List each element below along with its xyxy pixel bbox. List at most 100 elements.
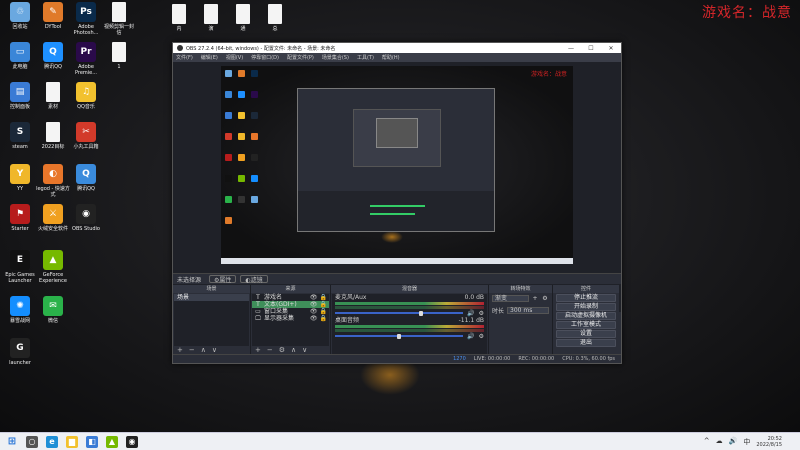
source-item[interactable]: 🖵 显示器采集 👁 🔒: [252, 315, 329, 322]
lock-icon[interactable]: 🔒: [320, 315, 327, 322]
source-settings-button[interactable]: ⚙: [279, 347, 285, 354]
desktop-icon[interactable]: ▭ 此电脑: [3, 42, 37, 70]
desktop-icon[interactable]: Ps Adobe Photosh...: [69, 2, 103, 36]
desktop-icon[interactable]: 1: [102, 42, 136, 70]
move-down-button[interactable]: ∨: [212, 347, 217, 354]
remove-source-button[interactable]: −: [267, 347, 273, 354]
speaker-icon[interactable]: 🔊: [467, 333, 474, 340]
obs-icon[interactable]: ◉: [126, 435, 138, 448]
clock[interactable]: 20:52 2022/8/15: [756, 436, 782, 448]
menu-item[interactable]: 编辑(E): [201, 54, 218, 61]
start-button[interactable]: ⊞: [6, 436, 18, 448]
channel-settings-icon[interactable]: ⚙: [479, 310, 484, 317]
desktop-icon[interactable]: ▲ GeForce Experience: [36, 250, 70, 284]
eye-icon[interactable]: 👁: [310, 301, 318, 308]
eye-icon[interactable]: 👁: [310, 308, 318, 315]
desktop-icon[interactable]: ♫ QQ音乐: [69, 82, 103, 110]
channel-settings-icon[interactable]: ⚙: [479, 333, 484, 340]
menu-item[interactable]: 工具(T): [357, 54, 374, 61]
desktop-icon[interactable]: ◉ OBS Studio: [69, 204, 103, 232]
studio-mode-button[interactable]: 工作室模式: [556, 321, 616, 329]
source-item[interactable]: T 游戏名 👁 🔒: [252, 294, 329, 301]
menu-item[interactable]: 停靠窗口(D): [251, 54, 279, 61]
desktop-icon[interactable]: E Epic Games Launcher: [3, 250, 37, 284]
menu-item[interactable]: 视图(V): [226, 54, 243, 61]
speaker-icon[interactable]: 🔊: [467, 310, 474, 317]
desktop-icon[interactable]: Ssteam: [3, 122, 37, 150]
desktop-file[interactable]: 演: [194, 4, 228, 32]
desktop-icon[interactable]: ✂ 小丸工具箱: [69, 122, 103, 150]
filters-button[interactable]: ◐滤镜: [240, 275, 268, 284]
fader-track[interactable]: [335, 312, 464, 314]
eye-icon[interactable]: 👁: [310, 294, 318, 301]
add-source-button[interactable]: +: [255, 347, 261, 354]
obs-titlebar[interactable]: OBS 27.2.4 (64-bit, windows) - 配置文件: 未命名…: [173, 43, 621, 53]
ime-indicator[interactable]: 中: [743, 437, 750, 447]
lock-icon[interactable]: 🔒: [320, 308, 327, 315]
lock-icon[interactable]: 🔒: [320, 294, 327, 301]
onedrive-icon[interactable]: ☁: [716, 437, 723, 447]
desktop-icon[interactable]: Q 腾讯QQ: [36, 42, 70, 70]
geforce-icon[interactable]: ▲: [106, 435, 118, 448]
menu-item[interactable]: 配置文件(P): [287, 54, 314, 61]
exit-button[interactable]: 退出: [556, 339, 616, 347]
desktop-icon[interactable]: ▤ 控制面板: [3, 82, 37, 110]
duration-input[interactable]: 300 ms: [507, 307, 549, 314]
add-scene-button[interactable]: +: [177, 347, 183, 354]
add-transition-button[interactable]: +: [531, 295, 539, 302]
file-explorer-icon[interactable]: ▆: [66, 435, 78, 448]
search-icon[interactable]: ○: [26, 435, 38, 448]
desktop-icon[interactable]: ✺ 暴雪战网: [3, 296, 37, 324]
minimize-button[interactable]: —: [561, 45, 581, 52]
show-hidden-icons-button[interactable]: ^: [704, 437, 710, 447]
menu-item[interactable]: 场景集合(S): [322, 54, 349, 61]
scene-item[interactable]: 场景: [174, 294, 249, 301]
source-list[interactable]: T 游戏名 👁 🔒 T 文本(GDI+) 👁 🔒 ▭ 窗口采集 👁 🔒 🖵 显示器采集 👁 🔒: [252, 294, 329, 346]
desktop-icon[interactable]: 视频剪辑一封信: [102, 2, 136, 36]
transition-settings-icon[interactable]: ⚙: [541, 295, 549, 302]
desktop-icon[interactable]: ⚔ 火绒安全软件: [36, 204, 70, 232]
start-recording-button[interactable]: 开始录制: [556, 303, 616, 311]
volume-fader[interactable]: 🔊 ⚙: [335, 333, 484, 340]
edge-icon[interactable]: e: [46, 435, 58, 448]
remove-scene-button[interactable]: −: [189, 347, 195, 354]
move-down-button[interactable]: ∨: [302, 347, 307, 354]
lock-icon[interactable]: 🔒: [320, 301, 327, 308]
desktop-icon[interactable]: ♲ 回收站: [3, 2, 37, 30]
eye-icon[interactable]: 👁: [310, 315, 318, 322]
desktop-icon[interactable]: ⚑ Starter: [3, 204, 37, 232]
source-item[interactable]: T 文本(GDI+) 👁 🔒: [252, 301, 329, 308]
volume-icon[interactable]: 🔊: [729, 437, 738, 447]
desktop-icon[interactable]: ◐ legod - 快速方式: [36, 164, 70, 198]
maximize-button[interactable]: ☐: [581, 45, 601, 52]
desktop-icon[interactable]: 2022目标: [36, 122, 70, 150]
close-button[interactable]: ✕: [601, 45, 621, 52]
fader-knob[interactable]: [396, 333, 401, 339]
transition-select[interactable]: 渐变: [492, 295, 529, 302]
desktop-file[interactable]: 总: [258, 4, 292, 32]
stop-streaming-button[interactable]: 停止推流: [556, 294, 616, 302]
store-icon[interactable]: ◧: [86, 435, 98, 448]
desktop-icon[interactable]: ✉ 微信: [36, 296, 70, 324]
desktop-file[interactable]: 通: [226, 4, 260, 32]
desktop-icon[interactable]: ✎ DYTool: [36, 2, 70, 30]
source-item[interactable]: ▭ 窗口采集 👁 🔒: [252, 308, 329, 315]
volume-fader[interactable]: 🔊 ⚙: [335, 310, 484, 317]
obs-window[interactable]: OBS 27.2.4 (64-bit, windows) - 配置文件: 未命名…: [172, 42, 622, 364]
move-up-button[interactable]: ∧: [291, 347, 296, 354]
menu-item[interactable]: 文件(F): [176, 54, 193, 61]
desktop-file[interactable]: 内: [162, 4, 196, 32]
desktop-icon[interactable]: Pr Adobe Premie...: [69, 42, 103, 76]
preview-canvas[interactable]: 游戏名：战意: [221, 66, 573, 264]
menu-item[interactable]: 帮助(H): [382, 54, 400, 61]
properties-button[interactable]: ⚙属性: [209, 275, 237, 284]
fader-knob[interactable]: [418, 310, 423, 316]
desktop-icon[interactable]: Y YY: [3, 164, 37, 192]
move-up-button[interactable]: ∧: [201, 347, 206, 354]
settings-button[interactable]: 设置: [556, 330, 616, 338]
scene-list[interactable]: 场景: [174, 294, 249, 346]
desktop-icon[interactable]: Q 腾讯QQ: [69, 164, 103, 192]
desktop-icon[interactable]: 素材: [36, 82, 70, 110]
desktop-icon[interactable]: Glauncher: [3, 338, 37, 366]
start-virtual-camera-button[interactable]: 启动虚拟摄像机: [556, 312, 616, 320]
